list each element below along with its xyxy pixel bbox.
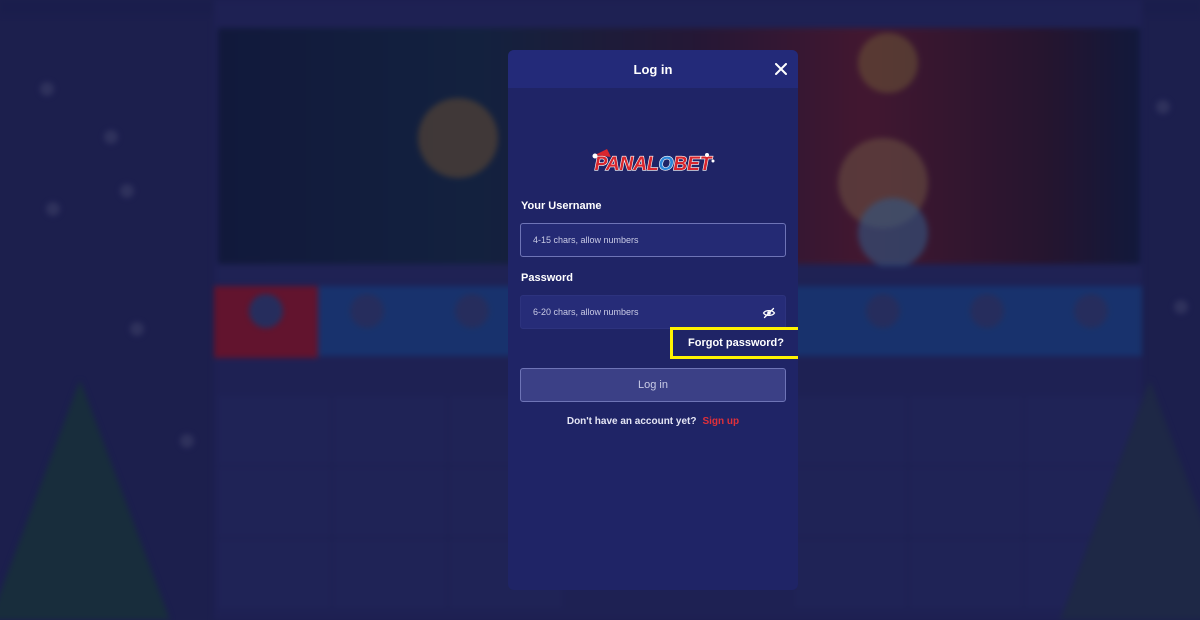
close-icon[interactable] [772, 60, 790, 78]
password-label: Password [521, 272, 573, 284]
svg-text:PANALOBET: PANALOBET [595, 154, 713, 175]
forgot-password-highlight: Forgot password? [670, 327, 798, 359]
modal-header: Log in [508, 50, 798, 88]
signup-prompt: Don't have an account yet? Sign up [508, 416, 798, 427]
username-label: Your Username [521, 200, 602, 212]
brand-logo: PANALOBET [587, 147, 719, 179]
login-modal: Log in PANALOBET Your Username Password [508, 50, 798, 590]
modal-title: Log in [633, 61, 673, 77]
password-input[interactable] [533, 307, 753, 317]
eye-slash-icon[interactable] [762, 306, 776, 320]
username-input[interactable] [533, 235, 753, 245]
password-field-wrapper [520, 295, 786, 329]
signup-link[interactable]: Sign up [702, 416, 739, 427]
login-button[interactable]: Log in [520, 368, 786, 402]
forgot-password-link[interactable]: Forgot password? [688, 337, 784, 349]
username-field-wrapper [520, 223, 786, 257]
no-account-text: Don't have an account yet? [566, 416, 697, 427]
